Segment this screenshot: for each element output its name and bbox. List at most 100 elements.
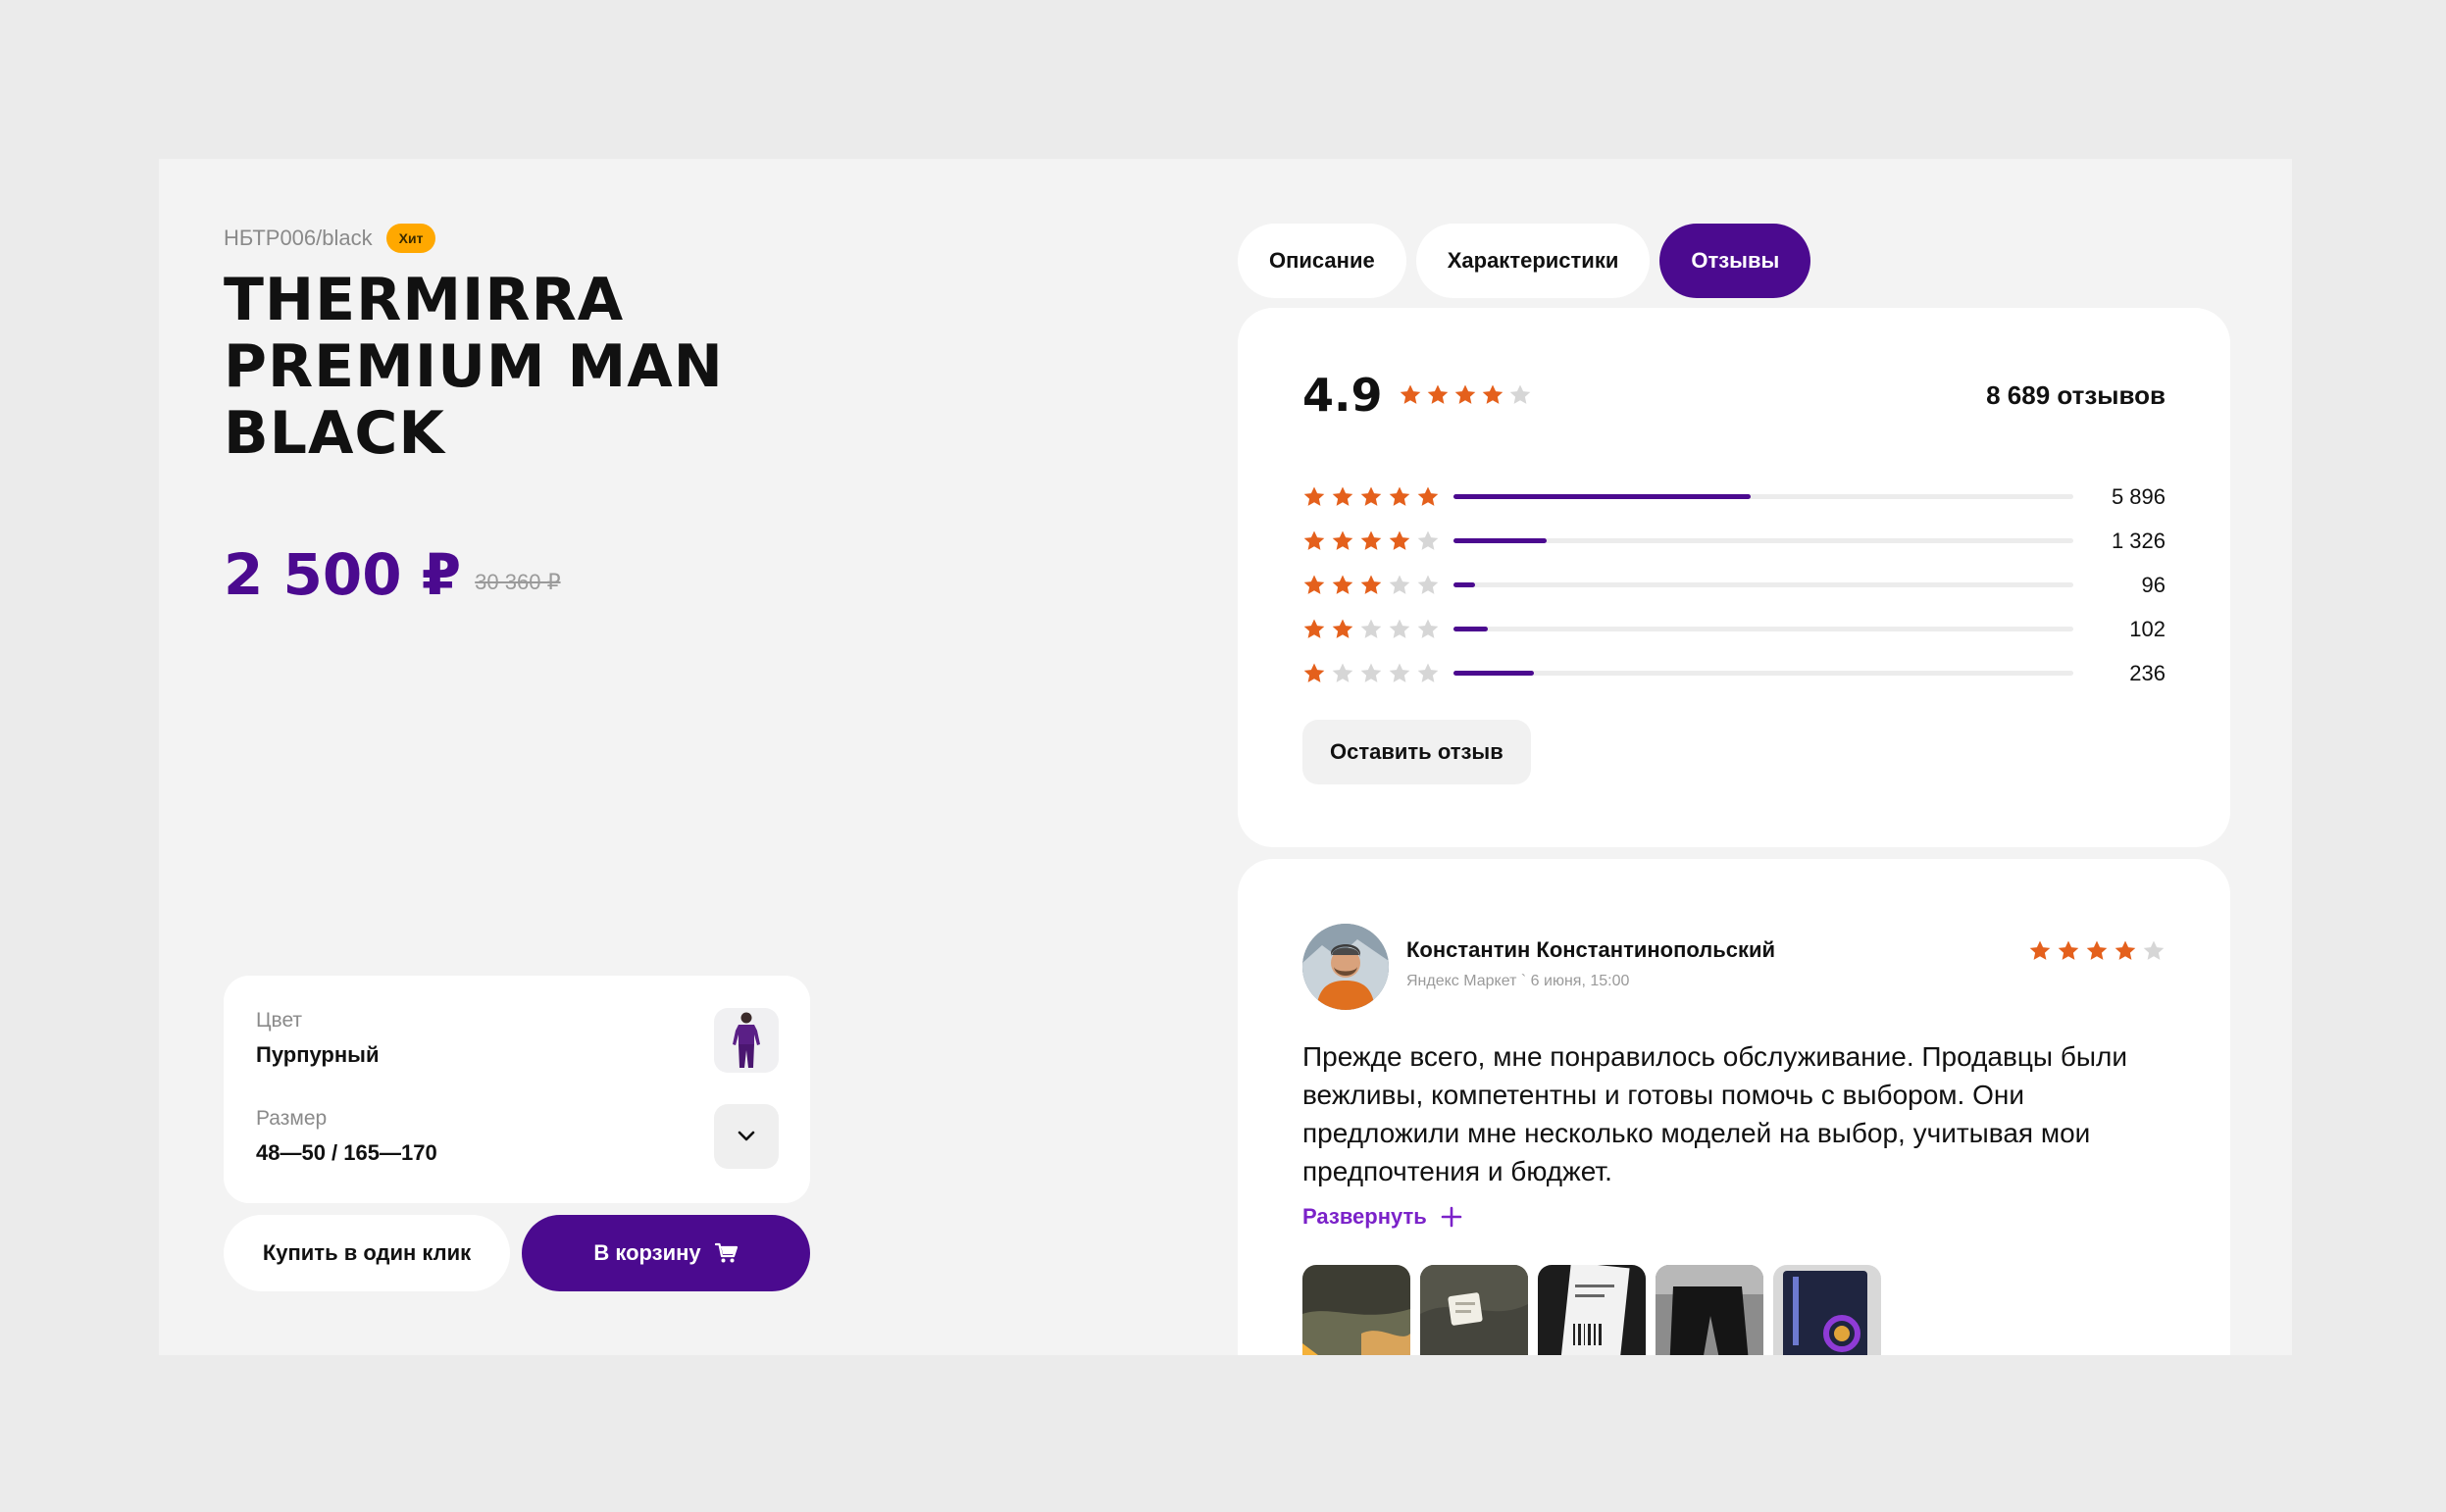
distribution-bar bbox=[1453, 627, 2073, 631]
review-photo-3[interactable] bbox=[1538, 1265, 1646, 1355]
review-author: Константин Константинопольский bbox=[1406, 937, 1776, 962]
distribution-bar bbox=[1453, 582, 2073, 587]
star-filled-icon bbox=[1303, 663, 1325, 682]
star-filled-icon bbox=[1303, 530, 1325, 550]
review-text: Прежде всего, мне понравилось обслуживан… bbox=[1302, 1041, 2127, 1186]
distribution-bar bbox=[1453, 671, 2073, 676]
thermal-suit-image bbox=[733, 1012, 760, 1068]
distribution-bar-fill bbox=[1453, 494, 1752, 499]
star-filled-icon bbox=[1332, 575, 1353, 594]
tab-description-label: Описание bbox=[1269, 248, 1375, 273]
star-filled-icon bbox=[1332, 486, 1353, 506]
color-label: Цвет bbox=[256, 1009, 303, 1032]
distribution-count: 1 326 bbox=[2111, 528, 2166, 553]
star-filled-icon bbox=[1389, 486, 1410, 506]
distribution-row-2: 102 bbox=[1302, 607, 2166, 651]
star-filled-icon bbox=[1303, 575, 1325, 594]
buy-one-click-label: Купить в один клик bbox=[262, 1240, 472, 1265]
photo-package-box bbox=[1773, 1265, 1881, 1355]
star-filled-icon bbox=[1332, 619, 1353, 638]
cart-icon bbox=[714, 1242, 738, 1263]
star-filled-icon bbox=[1360, 530, 1382, 550]
star-filled-icon bbox=[1360, 486, 1382, 506]
photo-black-leggings bbox=[1656, 1265, 1763, 1355]
distribution-bar-fill bbox=[1453, 671, 1535, 676]
product-sku: НБТР006/black bbox=[224, 226, 373, 250]
tab-characteristics-label: Характеристики bbox=[1447, 248, 1619, 273]
review-photo-1[interactable] bbox=[1302, 1265, 1410, 1355]
distribution-count: 5 896 bbox=[2111, 483, 2166, 509]
star-filled-icon bbox=[2029, 940, 2051, 960]
size-dropdown-button[interactable] bbox=[714, 1104, 779, 1169]
rating-distribution: 5 896 1 326 96 102 236 bbox=[1302, 475, 2166, 695]
distribution-bar bbox=[1453, 538, 2073, 543]
add-to-cart-label: В корзину bbox=[593, 1240, 701, 1265]
distribution-bar-fill bbox=[1453, 582, 1476, 587]
star-empty-icon bbox=[1332, 663, 1353, 682]
rating-summary-card: 4.9 8 689 отзывов 5 896 1 326 96 102 236 Ост… bbox=[1238, 308, 2230, 847]
color-option: Цвет Пурпурный bbox=[256, 1009, 379, 1068]
size-label: Размер bbox=[256, 1107, 328, 1130]
tab-description[interactable]: Описание bbox=[1238, 224, 1406, 298]
distribution-stars bbox=[1302, 662, 1450, 685]
star-filled-icon bbox=[1417, 486, 1439, 506]
meta-separator: ` bbox=[1520, 973, 1531, 989]
hit-badge: Хит bbox=[385, 224, 436, 253]
distribution-stars bbox=[1302, 485, 1450, 509]
distribution-count: 96 bbox=[2141, 572, 2166, 597]
distribution-row-4: 1 326 bbox=[1302, 519, 2166, 563]
buy-one-click-button[interactable]: Купить в один клик bbox=[224, 1215, 510, 1291]
star-filled-icon bbox=[1360, 575, 1382, 594]
review-photo-4[interactable] bbox=[1656, 1265, 1763, 1355]
color-value: Пурпурный bbox=[256, 1042, 380, 1067]
review-meta: Яндекс Маркет ` 6 июня, 15:00 bbox=[1406, 973, 1629, 990]
distribution-stars bbox=[1302, 574, 1450, 597]
distribution-count: 102 bbox=[2129, 616, 2166, 641]
expand-label: Развернуть bbox=[1302, 1204, 1427, 1229]
old-price: 30 360 ₽ bbox=[475, 570, 561, 594]
average-rating: 4.9 bbox=[1302, 369, 1383, 422]
star-filled-icon bbox=[1454, 384, 1475, 404]
rating-header: 4.9 bbox=[1302, 373, 1532, 418]
product-title: THERMIRRA PREMIUM MAN BLACK bbox=[224, 266, 724, 468]
expand-review-link[interactable]: Развернуть bbox=[1302, 1204, 1462, 1230]
leave-review-button[interactable]: Оставить отзыв bbox=[1302, 720, 1531, 784]
star-filled-icon bbox=[2086, 940, 2108, 960]
review-photos bbox=[1302, 1265, 1881, 1355]
avatar bbox=[1302, 924, 1389, 1010]
distribution-row-1: 236 bbox=[1302, 651, 2166, 695]
star-filled-icon bbox=[1482, 384, 1503, 404]
sku-row: НБТР006/black Хит bbox=[224, 224, 436, 253]
current-price: 2 500 ₽ bbox=[224, 541, 462, 608]
star-filled-icon bbox=[1303, 619, 1325, 638]
star-empty-icon bbox=[1417, 619, 1439, 638]
distribution-stars bbox=[1302, 618, 1450, 641]
star-filled-icon bbox=[1332, 530, 1353, 550]
add-to-cart-button[interactable]: В корзину bbox=[522, 1215, 810, 1291]
options-card: Цвет Пурпурный Размер 48—50 / 165—170 bbox=[224, 976, 810, 1203]
photo-label-tag bbox=[1420, 1265, 1528, 1355]
distribution-bar bbox=[1453, 494, 2073, 499]
review-photo-2[interactable] bbox=[1420, 1265, 1528, 1355]
star-empty-icon bbox=[1389, 663, 1410, 682]
tab-characteristics[interactable]: Характеристики bbox=[1415, 224, 1651, 298]
size-value: 48—50 / 165—170 bbox=[256, 1140, 437, 1165]
photo-fabric-sleeve bbox=[1302, 1265, 1410, 1355]
review-date: 6 июня, 15:00 bbox=[1530, 973, 1630, 989]
tab-reviews[interactable]: Отзывы bbox=[1659, 224, 1811, 298]
average-rating-stars bbox=[1399, 383, 1532, 407]
star-empty-icon bbox=[2143, 940, 2165, 960]
distribution-count: 236 bbox=[2129, 660, 2166, 685]
review-photo-5[interactable] bbox=[1773, 1265, 1881, 1355]
reviews-total: 8 689 отзывов bbox=[1986, 380, 2166, 410]
review-source: Яндекс Маркет bbox=[1406, 973, 1517, 989]
star-filled-icon bbox=[1400, 384, 1420, 404]
size-option: Размер 48—50 / 165—170 bbox=[256, 1107, 437, 1166]
star-empty-icon bbox=[1389, 575, 1410, 594]
star-empty-icon bbox=[1389, 619, 1410, 638]
star-empty-icon bbox=[1417, 530, 1439, 550]
product-panel: НБТР006/black Хит THERMIRRA PREMIUM MAN … bbox=[159, 159, 2292, 1355]
reviewer-photo bbox=[1302, 924, 1389, 1010]
star-filled-icon bbox=[2058, 940, 2079, 960]
color-swatch-thumbnail[interactable] bbox=[714, 1008, 779, 1073]
